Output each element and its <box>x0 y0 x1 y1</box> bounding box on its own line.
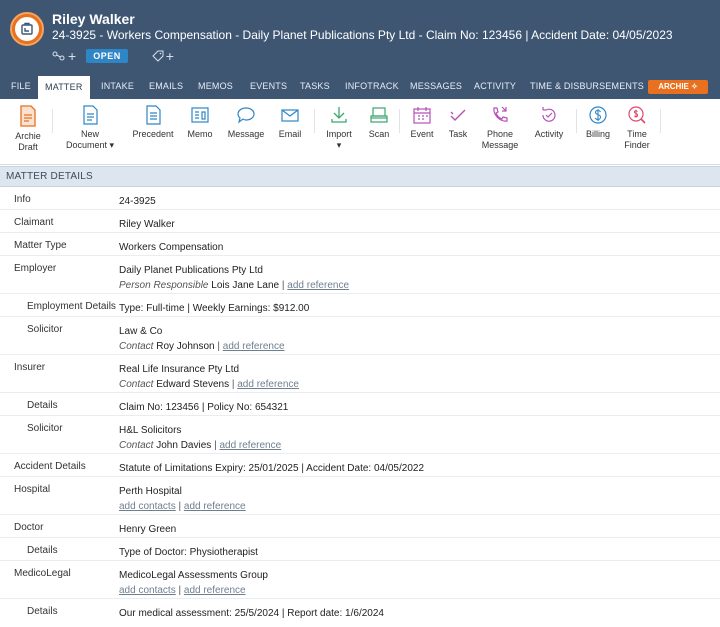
detail-row-doctor-details: Details Type of Doctor: Physiotherapist <box>0 538 720 561</box>
insurer-value: Real Life Insurance Pty Ltd <box>119 364 240 375</box>
detail-row-medicolegal: MedicoLegal MedicoLegal Assessments Grou… <box>0 561 720 599</box>
chat-bubble-icon <box>237 107 255 124</box>
phone-icon <box>493 106 508 122</box>
detail-row-matter-type: Matter Type Workers Compensation <box>0 233 720 256</box>
scan-button[interactable]: Scan <box>366 105 392 140</box>
tab-file[interactable]: FILE <box>11 81 31 91</box>
tab-time-disbursements[interactable]: TIME & DISBURSEMENTS <box>530 81 644 91</box>
detail-row-claimant: Claimant Riley Walker <box>0 210 720 233</box>
detail-row-insurer-solicitor: Solicitor H&L Solicitors Contact John Da… <box>0 416 720 454</box>
import-button[interactable]: Import ▾ <box>323 105 355 151</box>
relationship-icon <box>52 51 65 61</box>
matter-details-heading: MATTER DETAILS <box>0 166 720 187</box>
add-tag-button[interactable]: + <box>151 48 174 64</box>
time-finder-icon <box>628 106 646 124</box>
tab-emails[interactable]: EMAILS <box>149 81 183 91</box>
archie-button[interactable]: ARCHIE ✧ <box>648 80 708 94</box>
activity-icon <box>542 107 556 122</box>
doctor-value: Henry Green <box>119 524 177 535</box>
tab-infotrack[interactable]: INFOTRACK <box>345 81 399 91</box>
solicitor-value: H&L Solicitors <box>119 425 182 436</box>
add-reference-link[interactable]: add reference <box>287 280 349 291</box>
tab-tasks[interactable]: TASKS <box>300 81 330 91</box>
medicolegal-value: MedicoLegal Assessments Group <box>119 570 268 581</box>
download-icon <box>331 107 347 123</box>
detail-row-insurer-details: Details Claim No: 123456 | Policy No: 65… <box>0 393 720 416</box>
tab-activity[interactable]: ACTIVITY <box>474 81 516 91</box>
matter-subtitle: 24-3925 - Workers Compensation - Daily P… <box>52 28 673 42</box>
employment-details-value: Type: Full-time | Weekly Earnings: $912.… <box>119 303 310 314</box>
document-icon <box>83 105 98 125</box>
detail-row-employer: Employer Daily Planet Publications Pty L… <box>0 256 720 294</box>
tag-icon <box>151 50 164 62</box>
solicitor-value: Law & Co <box>119 326 163 337</box>
add-reference-link[interactable]: add reference <box>184 585 246 596</box>
briefcase-icon <box>21 22 33 35</box>
employer-value: Daily Planet Publications Pty Ltd <box>119 265 263 276</box>
tab-intake[interactable]: INTAKE <box>101 81 134 91</box>
insurer-details-value: Claim No: 123456 | Policy No: 654321 <box>119 402 289 413</box>
time-finder-button[interactable]: Time Finder <box>622 105 652 151</box>
plus-icon: + <box>165 48 174 64</box>
status-badge[interactable]: OPEN <box>86 49 128 63</box>
tab-matter[interactable]: MATTER <box>38 76 90 99</box>
dollar-icon <box>589 106 607 124</box>
checkmark-icon <box>450 109 466 121</box>
email-button[interactable]: Email <box>276 105 304 140</box>
matter-header: Riley Walker 24-3925 - Workers Compensat… <box>0 0 720 76</box>
matter-type-value: Workers Compensation <box>119 242 224 253</box>
add-reference-link[interactable]: add reference <box>223 341 285 352</box>
add-contacts-link[interactable]: add contacts <box>119 501 176 512</box>
detail-row-employer-solicitor: Solicitor Law & Co Contact Roy Johnson |… <box>0 317 720 355</box>
accident-details-value: Statute of Limitations Expiry: 25/01/202… <box>119 463 425 474</box>
new-document-button[interactable]: New Document ▾ <box>64 105 116 151</box>
tab-messages[interactable]: MESSAGES <box>410 81 462 91</box>
detail-row-accident-details: Accident Details Statute of Limitations … <box>0 454 720 477</box>
task-button[interactable]: Task <box>446 105 470 140</box>
medicolegal-details-value: Our medical assessment: 25/5/2024 | Repo… <box>119 608 384 619</box>
scanner-icon <box>370 107 388 123</box>
archie-draft-button[interactable]: Archie Draft <box>12 105 44 153</box>
tab-bar: FILE MATTER INTAKE EMAILS MEMOS EVENTS T… <box>0 76 720 99</box>
matter-number: 24-3925 <box>119 196 156 207</box>
memo-button[interactable]: Memo <box>185 105 215 140</box>
claimant-value: Riley Walker <box>119 219 175 230</box>
detail-row-doctor: Doctor Henry Green <box>0 515 720 538</box>
message-button[interactable]: Message <box>226 105 266 140</box>
matter-details-list: Info 24-3925 Claimant Riley Walker Matte… <box>0 187 720 622</box>
hospital-value: Perth Hospital <box>119 486 182 497</box>
tab-memos[interactable]: MEMOS <box>198 81 233 91</box>
add-reference-link[interactable]: add reference <box>219 440 281 451</box>
tab-events[interactable]: EVENTS <box>250 81 287 91</box>
detail-row-hospital: Hospital Perth Hospital add contacts | a… <box>0 477 720 515</box>
calendar-icon <box>413 107 431 124</box>
matter-logo <box>10 12 44 46</box>
precedent-icon <box>146 105 161 125</box>
detail-row-medicolegal-details: Details Our medical assessment: 25/5/202… <box>27 606 384 619</box>
billing-button[interactable]: Billing <box>585 105 611 140</box>
archie-draft-icon <box>20 105 36 127</box>
client-name: Riley Walker <box>52 11 135 27</box>
detail-row-employment-details: Employment Details Type: Full-time | Wee… <box>0 294 720 317</box>
activity-button[interactable]: Activity <box>533 105 565 140</box>
phone-message-button[interactable]: Phone Message <box>481 105 519 151</box>
doctor-details-value: Type of Doctor: Physiotherapist <box>119 547 258 558</box>
add-reference-link[interactable]: add reference <box>184 501 246 512</box>
detail-row-info: Info 24-3925 <box>0 187 720 210</box>
event-button[interactable]: Event <box>408 105 436 140</box>
add-contacts-link[interactable]: add contacts <box>119 585 176 596</box>
precedent-button[interactable]: Precedent <box>131 105 175 140</box>
envelope-icon <box>281 109 299 122</box>
add-reference-link[interactable]: add reference <box>237 379 299 390</box>
add-relationship-button[interactable]: + <box>52 48 76 64</box>
detail-row-insurer: Insurer Real Life Insurance Pty Ltd Cont… <box>0 355 720 393</box>
plus-icon: + <box>68 48 77 64</box>
toolbar: Archie Draft New Document ▾ Precedent Me… <box>0 99 720 165</box>
memo-icon <box>191 107 209 123</box>
